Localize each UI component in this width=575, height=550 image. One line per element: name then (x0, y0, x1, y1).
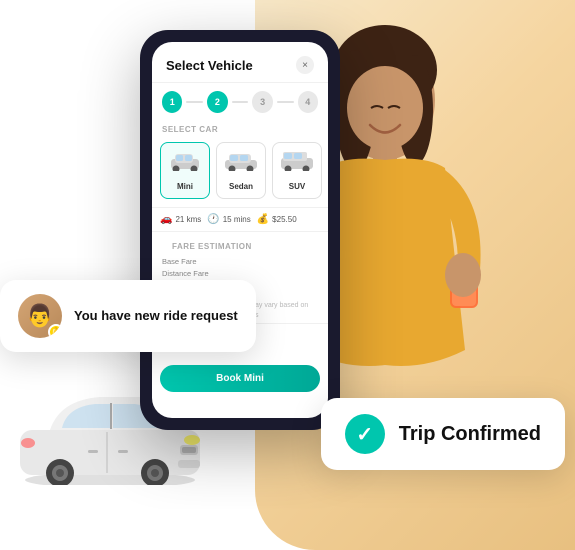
steps-indicator: 1 2 3 4 (152, 83, 328, 121)
trip-price: 💰 $25.50 (257, 214, 297, 225)
trip-distance: 🚗 21 kms (160, 214, 201, 225)
bell-icon: 🔔 (50, 327, 61, 338)
phone-screen: Select Vehicle × 1 2 3 4 SELECT CAR (152, 42, 328, 418)
suv-car-icon (277, 149, 317, 171)
notification-text: You have new ride request (74, 308, 238, 325)
step-line-2 (232, 101, 249, 103)
sedan-car-icon (221, 149, 261, 171)
driver-avatar: 👨 🔔 (18, 294, 62, 338)
car-options-list: Mini Sedan (152, 138, 328, 207)
fare-row-base: Base Fare (162, 255, 318, 267)
check-icon: ✓ (356, 422, 373, 447)
mini-car-icon (165, 149, 205, 171)
step-1[interactable]: 1 (162, 91, 182, 113)
car-option-sedan[interactable]: Sedan (216, 142, 266, 199)
fare-section-label: FARE ESTIMATION (162, 238, 318, 255)
mini-label: Mini (177, 182, 193, 191)
step-3[interactable]: 3 (252, 91, 272, 113)
step-line-3 (277, 101, 294, 103)
trip-confirmed-text: Trip Confirmed (399, 423, 541, 446)
car-option-mini[interactable]: Mini (160, 142, 210, 199)
trip-stats: 🚗 21 kms 🕐 15 mins 💰 $25.50 (152, 207, 328, 232)
time-icon: 🕐 (207, 214, 219, 225)
price-icon: 💰 (257, 214, 269, 225)
step-line-1 (186, 101, 203, 103)
sedan-label: Sedan (229, 182, 253, 191)
avatar-person-icon: 👨 (26, 303, 53, 329)
phone-header: Select Vehicle × (152, 42, 328, 83)
phone-mockup: Select Vehicle × 1 2 3 4 SELECT CAR (140, 30, 340, 430)
close-button[interactable]: × (296, 56, 314, 74)
car-option-suv[interactable]: SUV (272, 142, 322, 199)
trip-confirmed-card: ✓ Trip Confirmed (321, 398, 565, 470)
phone-screen-title: Select Vehicle (166, 58, 253, 73)
trip-time: 🕐 15 mins (207, 214, 250, 225)
distance-icon: 🚗 (160, 214, 172, 225)
book-button[interactable]: Book Mini (160, 365, 320, 392)
step-4[interactable]: 4 (298, 91, 318, 113)
select-car-label: SELECT CAR (152, 121, 328, 138)
step-2[interactable]: 2 (207, 91, 227, 113)
bell-badge: 🔔 (48, 324, 62, 338)
fare-row-distance: Distance Fare (162, 267, 318, 279)
check-circle: ✓ (345, 414, 385, 454)
notification-card: 👨 🔔 You have new ride request (0, 280, 256, 352)
suv-label: SUV (289, 182, 305, 191)
